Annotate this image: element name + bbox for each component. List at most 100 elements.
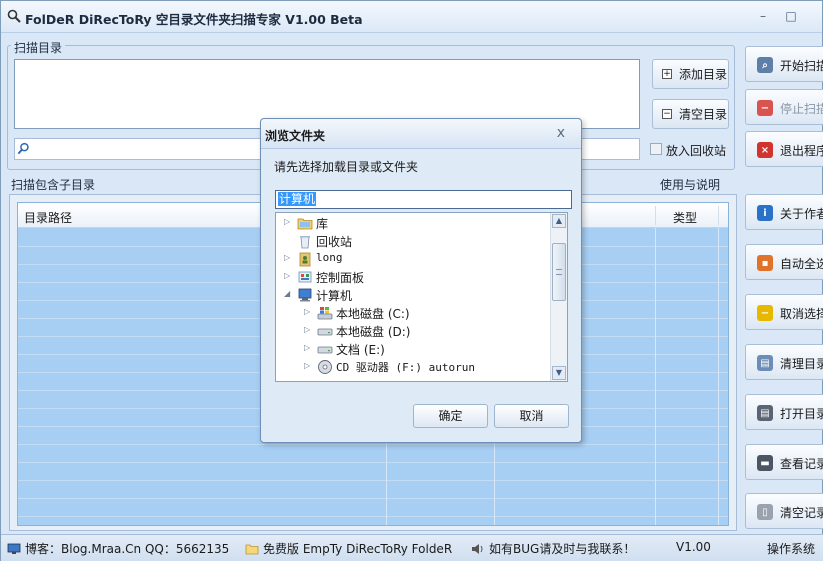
right-button-label: 打开目录 — [780, 407, 823, 421]
col-header-path[interactable]: 目录路径 — [24, 209, 72, 226]
status-blog: 博客：Blog.Mraa.Cn QQ：5662135 — [7, 540, 229, 557]
right-button-label: 清空记录 — [780, 506, 823, 520]
monitor-icon — [7, 543, 21, 554]
title-bar: FolDeR DiRecToRy 空目录文件夹扫描专家 V1.00 Beta –… — [1, 1, 822, 33]
right-button-document[interactable]: ▯ 清空记录 — [745, 493, 823, 529]
info-icon: i — [757, 205, 773, 221]
scroll-thumb[interactable] — [552, 243, 566, 301]
folder-tree[interactable]: ▷ 库回收站 ▷ long ▷ 控制面板 ◢ 计算机 ▷ 本地磁盘 (C:) ▷ 本地磁盘 (D:) ▷… — [275, 212, 568, 382]
right-button-deselect[interactable]: − 取消选择 — [745, 294, 823, 330]
close-icon[interactable]: x — [557, 125, 565, 141]
dialog-title: 浏览文件夹 — [265, 129, 326, 143]
control-panel-icon — [297, 269, 313, 285]
deselect-icon: − — [757, 305, 773, 321]
expand-arrow-icon[interactable]: ◢ — [284, 289, 294, 298]
right-button-label: 查看记录 — [780, 457, 823, 471]
clear-dir-label: 清空目录 — [679, 107, 728, 122]
tree-item-label: 库 — [316, 217, 329, 231]
expand-arrow-icon[interactable]: ▷ — [284, 253, 294, 262]
document-icon: ▯ — [757, 504, 773, 520]
right-button-printer[interactable]: ▬ 查看记录 — [745, 444, 823, 480]
cd-drive-icon — [317, 359, 333, 375]
table-col-line — [655, 228, 656, 525]
expand-arrow-icon[interactable]: ▷ — [304, 361, 314, 370]
expand-arrow-icon[interactable]: ▷ — [284, 217, 294, 226]
expand-arrow-icon[interactable]: ▷ — [304, 307, 314, 316]
right-button-stop[interactable]: − 停止扫描 — [745, 89, 823, 125]
grip-icon — [556, 269, 562, 275]
right-button-search-folder[interactable]: ⌕ 开始扫描 — [745, 46, 823, 82]
minus-box-icon: − — [662, 109, 672, 119]
right-button-label: 停止扫描 — [780, 102, 823, 116]
status-bug: 如有BUG请及时与我联系！ — [471, 540, 635, 557]
dialog-prompt: 请先选择加载目录或文件夹 — [274, 160, 419, 174]
status-bar: 博客：Blog.Mraa.Cn QQ：5662135 免费版 EmpTy DiR… — [1, 534, 823, 561]
open-folder-icon: ▤ — [757, 405, 773, 421]
folder-name-selected: 计算机 — [278, 192, 317, 206]
tree-item-label: CD 驱动器 (F:) autorun — [336, 361, 475, 374]
select-all-icon: ▪ — [757, 255, 773, 271]
expand-arrow-icon[interactable]: ▷ — [284, 271, 294, 280]
user-folder-icon — [297, 251, 313, 267]
right-button-exit[interactable]: × 退出程序 — [745, 131, 823, 167]
right-button-label: 退出程序 — [780, 144, 823, 158]
tree-item-label: 本地磁盘 (D:) — [336, 325, 411, 339]
folder-icon — [245, 544, 259, 555]
dialog-title-bar: 浏览文件夹 x — [261, 119, 581, 149]
expand-arrow-icon[interactable]: ▷ — [304, 343, 314, 352]
scroll-up-icon[interactable]: ▲ — [552, 214, 566, 228]
status-version: V1.00 — [676, 540, 711, 554]
right-button-label: 清理目录 — [780, 357, 823, 371]
right-button-open-folder[interactable]: ▤ 打开目录 — [745, 394, 823, 430]
table-row-line — [18, 480, 728, 481]
recycle-bin-icon — [297, 233, 313, 249]
cancel-button[interactable]: 取消 — [494, 404, 569, 428]
tree-item-label: 计算机 — [316, 289, 353, 303]
drive-icon — [317, 323, 333, 339]
table-row-line — [18, 516, 728, 517]
minimize-button[interactable]: – — [755, 9, 771, 23]
col-separator — [718, 206, 719, 225]
status-bug-text: 如有BUG请及时与我联系！ — [489, 542, 636, 556]
right-button-info[interactable]: i 关于作者 — [745, 194, 823, 230]
clear-dir-button[interactable]: − 清空目录 — [652, 99, 729, 129]
tree-item-label: long — [316, 251, 343, 264]
right-button-select-all[interactable]: ▪ 自动全选 — [745, 244, 823, 280]
usage-link[interactable]: 使用与说明 — [660, 176, 720, 193]
drive-icon — [317, 341, 333, 357]
plus-box-icon: + — [662, 69, 672, 79]
magnifier-icon — [7, 9, 21, 23]
col-separator — [655, 206, 656, 225]
tree-scrollbar[interactable]: ▲ ▼ — [550, 213, 567, 381]
right-button-trash[interactable]: ▤ 清理目录 — [745, 344, 823, 380]
maximize-button[interactable]: □ — [783, 9, 799, 23]
status-blog-text: 博客：Blog.Mraa.Cn QQ：5662135 — [25, 542, 230, 556]
table-row-line — [18, 498, 728, 499]
ok-button[interactable]: 确定 — [413, 404, 488, 428]
computer-icon — [297, 287, 313, 303]
folder-name-input[interactable]: 计算机 — [275, 190, 572, 209]
recycle-checkbox-label: 放入回收站 — [666, 144, 727, 158]
window-title: FolDeR DiRecToRy 空目录文件夹扫描专家 V1.00 Beta — [25, 12, 363, 27]
right-button-label: 取消选择 — [780, 307, 823, 321]
table-col-line — [718, 228, 719, 525]
library-icon — [297, 215, 313, 231]
table-row-line — [18, 462, 728, 463]
add-dir-button[interactable]: + 添加目录 — [652, 59, 729, 89]
tree-item-label: 控制面板 — [316, 271, 365, 285]
tree-item-label: 文档 (E:) — [336, 343, 385, 357]
stop-icon: − — [757, 100, 773, 116]
expand-arrow-icon[interactable]: ▷ — [304, 325, 314, 334]
browse-folder-dialog: 浏览文件夹 x 请先选择加载目录或文件夹 计算机 ▷ 库回收站 ▷ long ▷ 控制面板… — [260, 118, 582, 443]
scan-subdir-label[interactable]: 扫描包含子目录 — [11, 176, 95, 193]
col-header-type[interactable]: 类型 — [673, 209, 697, 226]
add-dir-label: 添加目录 — [679, 67, 728, 82]
scroll-down-icon[interactable]: ▼ — [552, 366, 566, 380]
recycle-checkbox[interactable] — [650, 143, 662, 155]
table-row-line — [18, 444, 728, 445]
trash-icon: ▤ — [757, 355, 773, 371]
right-button-label: 关于作者 — [780, 207, 823, 221]
status-os: 操作系统 — [767, 542, 816, 556]
right-button-label: 开始扫描 — [780, 59, 823, 73]
status-edition: 免费版 EmpTy DiRecToRy FoldeR — [245, 540, 452, 557]
